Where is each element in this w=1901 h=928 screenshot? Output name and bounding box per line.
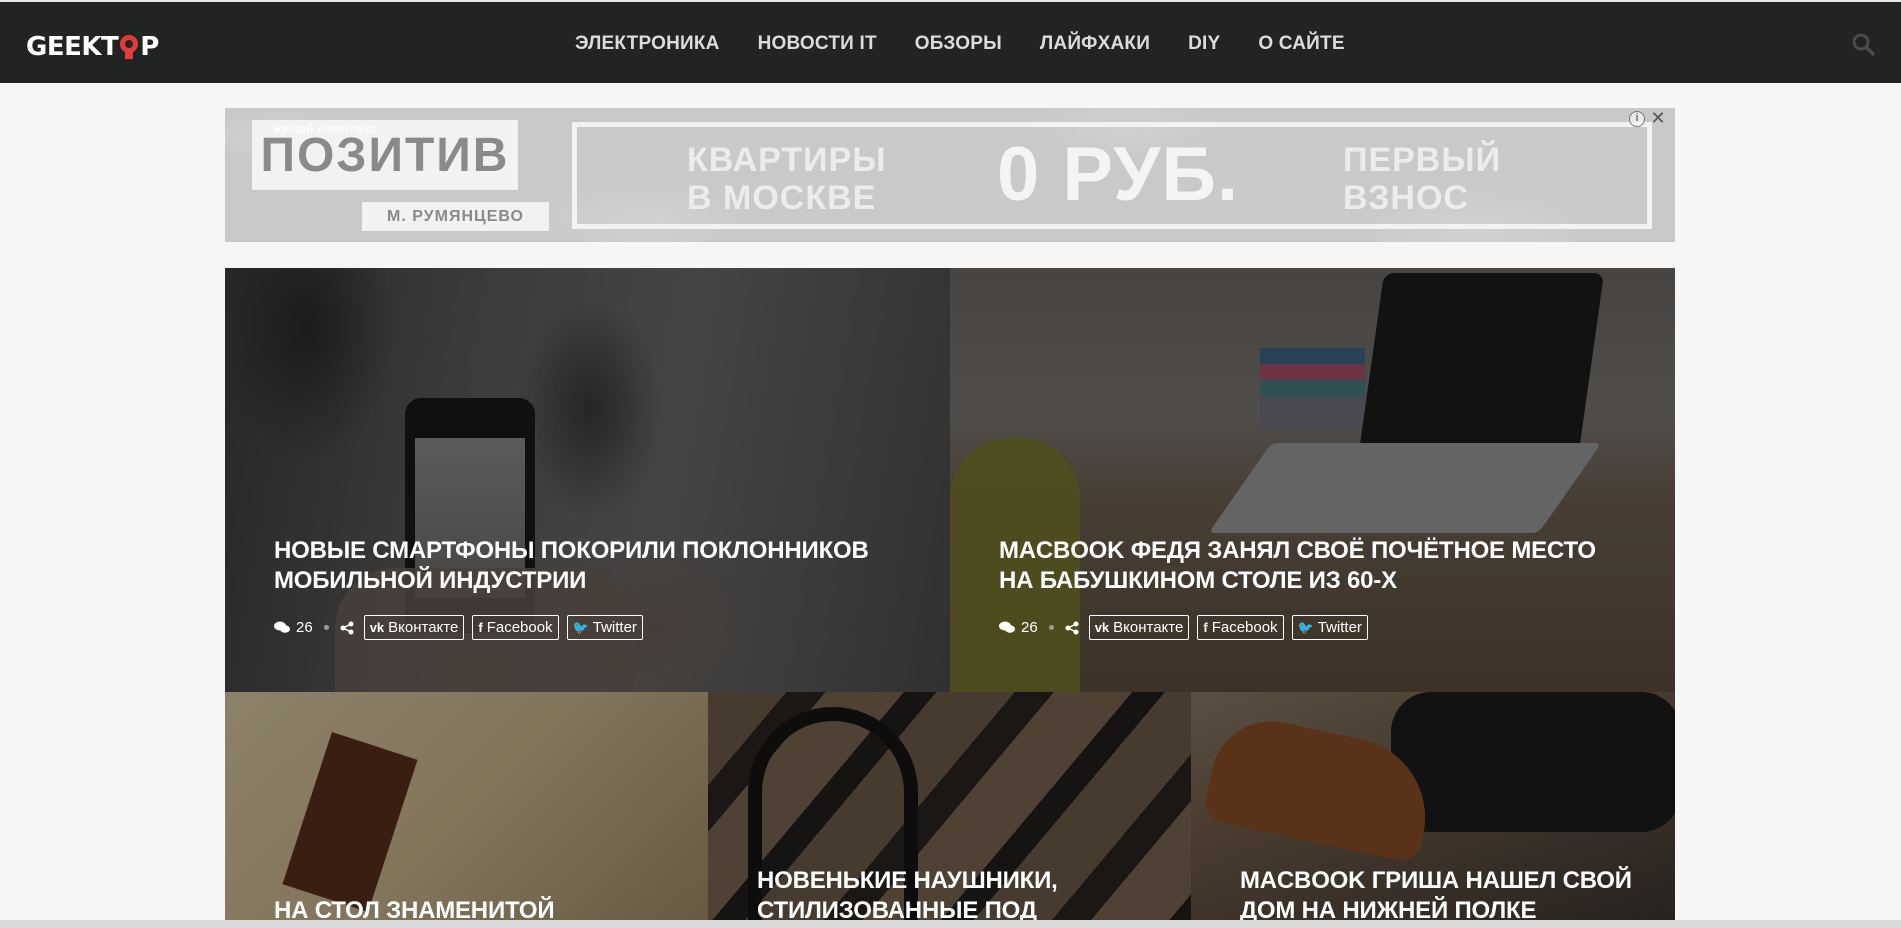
- post-card[interactable]: На стол знаменитой: [225, 692, 708, 928]
- post-title[interactable]: Macbook Гриша нашел свой дом на нижней п…: [1240, 866, 1640, 926]
- share-icon[interactable]: [1065, 621, 1079, 635]
- post-title[interactable]: Macbook Федя занял своё почётное место н…: [999, 536, 1629, 596]
- share-twitter-button[interactable]: 🐦 Twitter: [1291, 615, 1368, 640]
- logo-text-left: GEEKT: [26, 32, 119, 62]
- horizontal-scrollbar[interactable]: [0, 920, 1901, 928]
- nav-item-it-news[interactable]: НОВОСТИ IT: [739, 33, 896, 55]
- vk-icon: vk: [1094, 620, 1110, 635]
- comments-count[interactable]: 26: [999, 619, 1038, 636]
- nav-item-reviews[interactable]: ОБЗОРЫ: [896, 33, 1021, 55]
- ad-brand-subtitle: жилой комплекс: [273, 121, 378, 136]
- facebook-icon: f: [478, 620, 483, 635]
- facebook-icon: f: [1203, 620, 1208, 635]
- share-facebook-button[interactable]: f Facebook: [472, 615, 559, 640]
- post-title[interactable]: Новые смартфоны покорили поклонников моб…: [274, 536, 904, 596]
- share-icon[interactable]: [340, 621, 354, 635]
- site-header: GEEKT P ЭЛЕКТРОНИКА НОВОСТИ IT ОБЗОРЫ ЛА…: [0, 0, 1901, 83]
- post-card[interactable]: Новенькие наушники, стилизованные под: [708, 692, 1191, 928]
- meta-separator: [1048, 625, 1054, 630]
- ad-offer-left-line1: КВАРТИРЫ: [687, 141, 887, 179]
- featured-post[interactable]: Macbook Федя занял своё почётное место н…: [950, 268, 1675, 692]
- meta-separator: [323, 625, 329, 630]
- nav-item-diy[interactable]: DIY: [1169, 33, 1239, 55]
- twitter-icon: 🐦: [572, 619, 589, 635]
- comments-count-value: 26: [296, 619, 313, 636]
- ad-banner[interactable]: ПОЗИТИВ жилой комплекс М. РУМЯНЦЕВО КВАР…: [225, 108, 1675, 242]
- post-title[interactable]: Новенькие наушники, стилизованные под: [757, 866, 1157, 926]
- post-meta: 26 vk Вконтакте f Facebook 🐦 Twitter: [274, 615, 651, 640]
- twitter-icon: 🐦: [1297, 619, 1314, 635]
- vk-icon: vk: [369, 620, 385, 635]
- ad-offer-price: 0 РУБ.: [997, 132, 1240, 217]
- ad-close-icon[interactable]: ✕: [1649, 109, 1667, 128]
- ad-offer-frame: КВАРТИРЫ В МОСКВЕ 0 РУБ. ПЕРВЫЙ ВЗНОС: [572, 122, 1652, 229]
- ad-info-icon[interactable]: i: [1629, 111, 1645, 127]
- share-facebook-button[interactable]: f Facebook: [1197, 615, 1284, 640]
- comments-count-value: 26: [1021, 619, 1038, 636]
- ad-offer-right-line1: ПЕРВЫЙ: [1343, 141, 1502, 179]
- nav-item-about[interactable]: О САЙТЕ: [1239, 33, 1363, 55]
- nav-item-electronics[interactable]: ЭЛЕКТРОНИКА: [560, 33, 739, 55]
- nav-item-lifehacks[interactable]: ЛАЙФХАКИ: [1021, 33, 1169, 55]
- logo-text-right: P: [140, 32, 159, 62]
- main-nav: ЭЛЕКТРОНИКА НОВОСТИ IT ОБЗОРЫ ЛАЙФХАКИ D…: [560, 2, 1364, 85]
- logo-pin-icon: [119, 34, 139, 60]
- post-card[interactable]: Macbook Гриша нашел свой дом на нижней п…: [1191, 692, 1675, 928]
- ad-offer-left: КВАРТИРЫ В МОСКВЕ: [687, 141, 887, 217]
- share-twitter-button[interactable]: 🐦 Twitter: [566, 615, 643, 640]
- share-vk-button[interactable]: vk Вконтакте: [363, 615, 465, 640]
- comments-icon: [274, 621, 290, 633]
- search-icon[interactable]: [1851, 32, 1875, 56]
- ad-offer-right-line2: ВЗНОС: [1343, 179, 1469, 217]
- share-vk-button[interactable]: vk Вконтакте: [1088, 615, 1190, 640]
- site-logo[interactable]: GEEKT P: [26, 32, 159, 62]
- post-meta: 26 vk Вконтакте f Facebook 🐦 Twitter: [999, 615, 1376, 640]
- featured-post[interactable]: Новые смартфоны покорили поклонников моб…: [225, 268, 950, 692]
- comments-count[interactable]: 26: [274, 619, 313, 636]
- ad-brand-metro: М. РУМЯНЦЕВО: [362, 202, 549, 231]
- ad-offer-right: ПЕРВЫЙ ВЗНОС: [1343, 141, 1501, 217]
- ad-offer-left-line2: В МОСКВЕ: [687, 179, 877, 217]
- comments-icon: [999, 621, 1015, 633]
